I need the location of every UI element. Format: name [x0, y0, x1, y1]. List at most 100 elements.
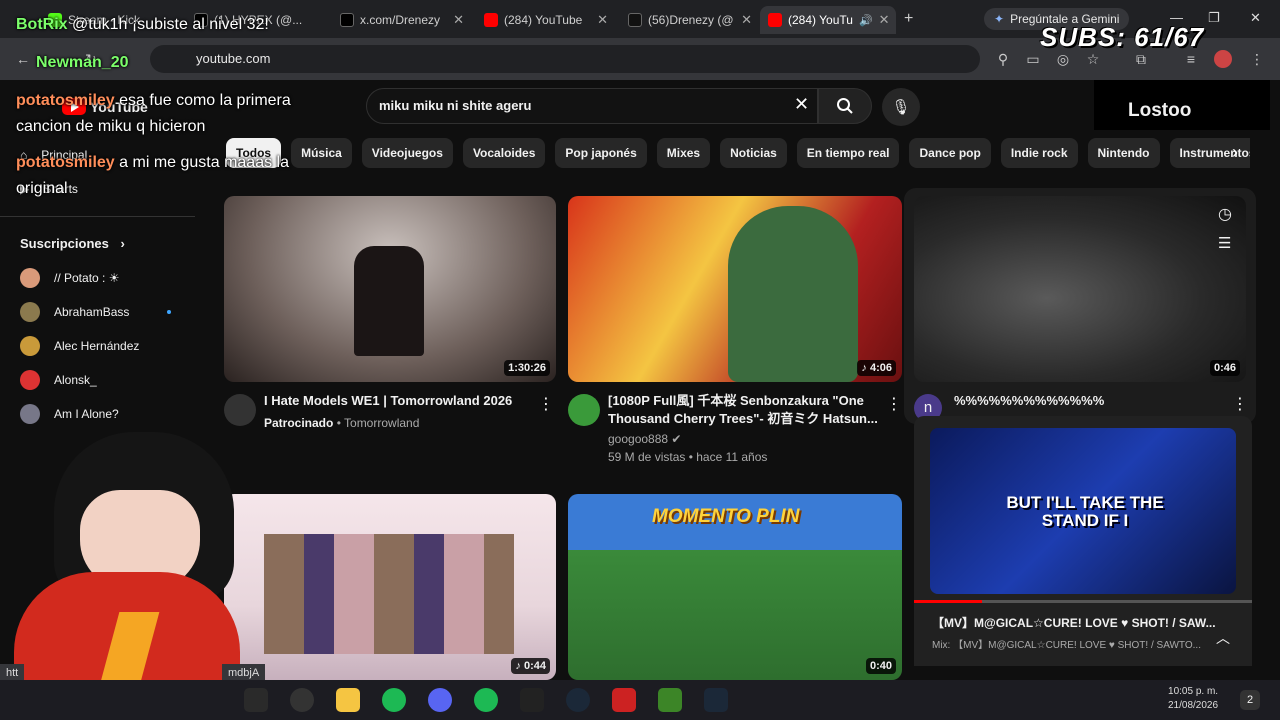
chat-user: Newman_20: [36, 54, 129, 71]
new-tab-button[interactable]: +: [904, 10, 913, 28]
search-icon: [837, 98, 853, 114]
chip[interactable]: Mixes: [656, 138, 711, 168]
chip[interactable]: Noticias: [720, 138, 787, 168]
more-options-icon[interactable]: ⋮: [1232, 394, 1248, 414]
chip[interactable]: Música: [291, 138, 352, 168]
duration-badge: 0:46: [1209, 360, 1240, 376]
tab-label: (284) YouTube: [504, 13, 583, 27]
tab-label: x.com/Drenezy: [360, 13, 441, 27]
notifications-icon[interactable]: 2: [1240, 690, 1260, 710]
duration-text: 4:06: [869, 362, 892, 374]
search-input[interactable]: miku miku ni shite ageru: [366, 88, 818, 124]
tab-youtube-active[interactable]: (284) YouTu 🔊 ✕: [760, 6, 896, 34]
chip[interactable]: En tiempo real: [796, 138, 900, 168]
profile-avatar[interactable]: [1214, 50, 1232, 68]
video-card-hovered[interactable]: 0:46 ◷ ☰ n %%%%%%%%%%%%% ⋮: [904, 188, 1256, 424]
voice-search-button[interactable]: 🎙: [882, 88, 920, 126]
chevron-right-icon: ›: [120, 236, 125, 251]
more-options-icon[interactable]: ⋮: [538, 394, 554, 414]
epic-games-icon[interactable]: [520, 688, 544, 712]
zoom-icon[interactable]: ⚲: [994, 50, 1012, 68]
sponsored-label: Patrocinado: [264, 416, 334, 430]
close-icon[interactable]: ✕: [879, 12, 890, 28]
video-thumbnail[interactable]: ♪ 0:44: [224, 494, 556, 680]
video-thumbnail[interactable]: MOMENTO PLIN 0:40: [568, 494, 902, 680]
chip[interactable]: Dance pop: [909, 138, 991, 168]
minecraft-icon[interactable]: [658, 688, 682, 712]
miniplayer-video[interactable]: BUT I'LL TAKE THE STAND IF I: [930, 428, 1236, 594]
maximize-button[interactable]: ❐: [1208, 10, 1220, 26]
channel-avatar: [20, 268, 40, 288]
progress-fill: [914, 600, 982, 603]
sidebar-channel[interactable]: AbrahamBass: [20, 302, 172, 322]
chat-message: potatosmiley esa fue como la primera: [16, 92, 291, 110]
sidebar-channel[interactable]: Alonsk_: [20, 370, 97, 390]
video-card[interactable]: ♪ 4:06 [1080P Full風] 千本桜 Senbonzakura "O…: [568, 196, 902, 466]
back-icon[interactable]: ←: [14, 50, 32, 68]
video-thumbnail[interactable]: 0:46: [914, 196, 1246, 382]
chip[interactable]: Indie rock: [1000, 138, 1078, 168]
add-to-queue-icon[interactable]: ☰: [1218, 234, 1231, 252]
x-icon: [340, 13, 354, 27]
video-thumbnail[interactable]: 1:30:26: [224, 196, 556, 382]
sidebar-divider: [0, 216, 195, 217]
clear-search-icon[interactable]: ✕: [794, 94, 809, 115]
new-content-dot: [167, 310, 172, 314]
miniplayer-progress[interactable]: [914, 600, 1252, 603]
channel-name[interactable]: googoo888 ✔: [608, 430, 681, 448]
miniplayer[interactable]: BUT I'LL TAKE THE STAND IF I 【MV】M@GICAL…: [914, 416, 1252, 666]
channel-avatar[interactable]: [568, 394, 600, 426]
obs-icon[interactable]: [290, 688, 314, 712]
video-title[interactable]: %%%%%%%%%%%%%: [954, 392, 1104, 410]
close-icon[interactable]: ✕: [741, 12, 752, 28]
chip[interactable]: Nintendo: [1087, 138, 1160, 168]
video-card[interactable]: 1:30:26 I Hate Models WE1 | Tomorrowland…: [224, 196, 556, 446]
video-title[interactable]: [1080P Full風] 千本桜 Senbonzakura "One Thous…: [608, 392, 878, 428]
app-icon[interactable]: [612, 688, 636, 712]
streamer-nameplate: Lostoo: [1094, 80, 1270, 130]
close-icon[interactable]: ✕: [597, 12, 608, 28]
tab-youtube[interactable]: (284) YouTube ✕: [476, 6, 616, 34]
sidebar-channel[interactable]: // Potato : ☀: [20, 268, 119, 288]
tab-x[interactable]: x.com/Drenezy ✕: [332, 6, 472, 34]
miniplayer-title[interactable]: 【MV】M@GICAL☆CURE! LOVE ♥ SHOT! / SAW...: [932, 614, 1216, 631]
chip[interactable]: Vocaloides: [462, 138, 546, 168]
sidebar-channel[interactable]: Alec Hernández: [20, 336, 139, 356]
valorant-icon[interactable]: [244, 688, 268, 712]
subscriptions-header[interactable]: Suscripciones ›: [20, 236, 125, 251]
sidebar-channel[interactable]: Am I Alone?: [20, 404, 119, 424]
video-card[interactable]: ♪ 0:44: [224, 494, 556, 680]
tab-tiktok[interactable]: (56)Drenezy (@ ✕: [620, 6, 760, 34]
xbox-icon[interactable]: [382, 688, 406, 712]
clock-time: 10:05 p. m.: [1168, 686, 1219, 697]
watch-later-icon[interactable]: ◷: [1218, 204, 1232, 224]
discord-icon[interactable]: [428, 688, 452, 712]
address-text: youtube.com: [196, 51, 271, 66]
channel-avatar[interactable]: [224, 394, 256, 426]
address-bar[interactable]: youtube.com: [150, 45, 980, 73]
video-thumbnail[interactable]: ♪ 4:06: [568, 196, 902, 382]
channel-name-text: googoo888: [608, 432, 669, 446]
characters-group: [264, 534, 514, 654]
chip[interactable]: Pop japonés: [555, 138, 647, 168]
chevron-right-icon[interactable]: ›: [1232, 142, 1238, 163]
search-button[interactable]: [818, 88, 872, 124]
video-card[interactable]: MOMENTO PLIN 0:40: [568, 494, 902, 680]
close-icon[interactable]: ✕: [453, 12, 464, 28]
spotify-icon[interactable]: [474, 688, 498, 712]
filter-chips: Todos Música Videojuegos Vocaloides Pop …: [226, 138, 1250, 168]
menu-icon[interactable]: ⋮: [1248, 50, 1266, 68]
duration-badge: ♪ 4:06: [857, 360, 896, 376]
chip[interactable]: Videojuegos: [361, 138, 453, 168]
expand-miniplayer-icon[interactable]: ︿: [1216, 628, 1230, 648]
clock[interactable]: 10:05 p. m. 21/08/2026: [1168, 685, 1218, 713]
steam-icon[interactable]: [704, 688, 728, 712]
chat-text: cancion de miku q hicieron: [16, 118, 206, 135]
folder-icon[interactable]: [336, 688, 360, 712]
more-options-icon[interactable]: ⋮: [886, 394, 902, 414]
window-close-button[interactable]: ✕: [1250, 10, 1261, 26]
steam-icon[interactable]: [566, 688, 590, 712]
speaker-icon: 🔊: [858, 14, 873, 27]
video-title[interactable]: I Hate Models WE1 | Tomorrowland 2026: [264, 392, 512, 410]
channel-name[interactable]: Tomorrowland: [344, 416, 419, 430]
